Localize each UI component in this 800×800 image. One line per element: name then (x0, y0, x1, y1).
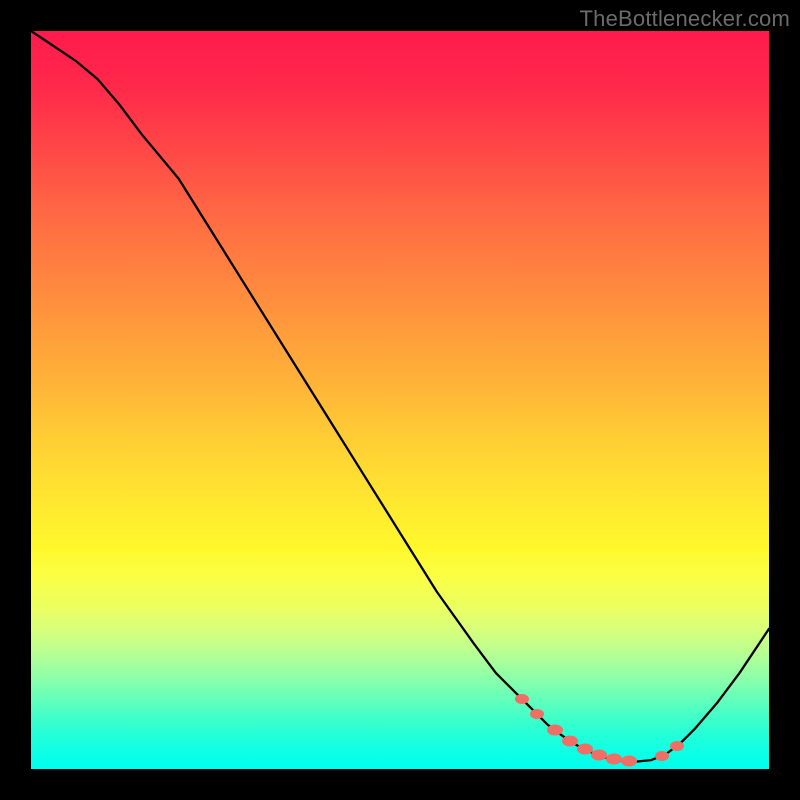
highlight-dot (621, 756, 637, 767)
bottleneck-curve (31, 31, 769, 769)
highlight-dot (606, 754, 622, 765)
highlight-dot (562, 735, 578, 746)
highlight-dot (655, 751, 669, 761)
gradient-plot-area (31, 31, 769, 769)
watermark-text: TheBottlenecker.com (580, 6, 790, 32)
highlight-dot (670, 741, 684, 751)
highlight-dot (577, 744, 593, 755)
highlight-dot (515, 694, 529, 704)
highlight-dot (547, 725, 563, 736)
chart-frame: TheBottlenecker.com (0, 0, 800, 800)
highlight-dot (591, 750, 607, 761)
highlight-dot (530, 709, 544, 719)
